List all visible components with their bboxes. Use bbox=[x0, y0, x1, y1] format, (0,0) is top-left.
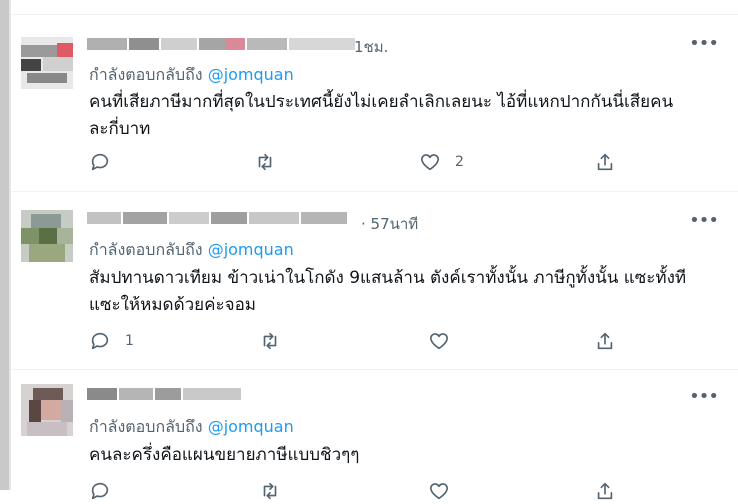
tweet-text-line: แซะให้หมดด้วยค่ะจอม bbox=[89, 295, 257, 315]
retweet-button[interactable] bbox=[254, 151, 290, 173]
timestamp[interactable]: · 57นาที bbox=[361, 212, 418, 236]
reply-count: 1 bbox=[125, 333, 134, 349]
reply-button[interactable] bbox=[89, 151, 125, 173]
share-button[interactable] bbox=[594, 330, 616, 352]
reply-icon bbox=[91, 482, 109, 500]
timestamp[interactable]: 1ชม. bbox=[354, 35, 388, 59]
heart-icon bbox=[420, 154, 440, 171]
display-name-blurred[interactable] bbox=[87, 388, 243, 400]
replying-label: กำลังตอบกลับถึง bbox=[89, 417, 203, 436]
display-name-blurred[interactable] bbox=[87, 212, 349, 224]
reply-icon bbox=[91, 153, 109, 171]
replying-to: กำลังตอบกลับถึง @jomquan bbox=[89, 415, 294, 440]
heart-icon bbox=[429, 483, 449, 500]
reply-icon bbox=[91, 332, 109, 350]
share-icon bbox=[597, 482, 613, 500]
avatar[interactable] bbox=[21, 37, 73, 89]
like-count: 2 bbox=[455, 154, 464, 170]
share-icon bbox=[597, 153, 613, 171]
action-bar: 1 bbox=[89, 330, 714, 354]
tweet-text-line: สัมปทานดาวเทียม ข้าวเน่าในโกดัง 9แสนล้าน… bbox=[89, 268, 687, 288]
more-options-icon[interactable]: ••• bbox=[689, 33, 719, 54]
replying-label: กำลังตอบกลับถึง bbox=[89, 240, 203, 259]
replying-handle-link[interactable]: @jomquan bbox=[208, 240, 294, 259]
reply-button[interactable] bbox=[89, 480, 111, 502]
display-name-blurred[interactable] bbox=[87, 38, 357, 50]
retweet-icon bbox=[258, 153, 272, 171]
tweet-text-line: คนละครึ่งคือแผนขยายภาษีแบบชิวๆๆ bbox=[89, 445, 360, 465]
more-options-icon[interactable]: ••• bbox=[689, 210, 719, 231]
like-button[interactable] bbox=[428, 480, 450, 502]
replying-to: กำลังตอบกลับถึง @jomquan bbox=[89, 238, 294, 263]
tweet-2[interactable]: · 57นาที ••• กำลังตอบกลับถึง @jomquan สั… bbox=[11, 192, 738, 368]
replying-to: กำลังตอบกลับถึง @jomquan bbox=[89, 63, 294, 88]
heart-icon bbox=[429, 333, 449, 350]
tweet-text: คนละครึ่งคือแผนขยายภาษีแบบชิวๆๆ bbox=[89, 442, 712, 469]
replying-handle-link[interactable]: @jomquan bbox=[208, 65, 294, 84]
retweet-icon bbox=[263, 482, 277, 500]
tweet-1[interactable]: 1ชม. ••• กำลังตอบกลับถึง @jomquan คนที่เ… bbox=[11, 15, 738, 191]
retweet-button[interactable] bbox=[259, 330, 295, 352]
tweet-text-line: ละกี่บาท bbox=[89, 119, 151, 139]
window-edge bbox=[0, 0, 9, 490]
tweet-text: สัมปทานดาวเทียม ข้าวเน่าในโกดัง 9แสนล้าน… bbox=[89, 265, 712, 319]
share-button[interactable] bbox=[594, 151, 616, 173]
avatar[interactable] bbox=[21, 210, 73, 262]
tweet-3[interactable]: ••• กำลังตอบกลับถึง @jomquan คนละครึ่งคื… bbox=[11, 370, 738, 500]
more-options-icon[interactable]: ••• bbox=[689, 386, 719, 407]
share-icon bbox=[597, 332, 613, 350]
replying-label: กำลังตอบกลับถึง bbox=[89, 65, 203, 84]
tweet-text-line: คนที่เสียภาษีมากที่สุดในประเทศนี้ยังไม่เ… bbox=[89, 92, 674, 112]
avatar[interactable] bbox=[21, 384, 73, 436]
action-bar: 2 bbox=[89, 151, 714, 175]
like-button[interactable]: 2 bbox=[419, 151, 464, 173]
replying-handle-link[interactable]: @jomquan bbox=[208, 417, 294, 436]
retweet-icon bbox=[263, 332, 277, 350]
like-button[interactable] bbox=[428, 330, 464, 352]
share-button[interactable] bbox=[594, 480, 616, 502]
tweet-text: คนที่เสียภาษีมากที่สุดในประเทศนี้ยังไม่เ… bbox=[89, 89, 712, 143]
reply-button[interactable]: 1 bbox=[89, 330, 134, 352]
action-bar bbox=[89, 480, 714, 504]
retweet-button[interactable] bbox=[259, 480, 281, 502]
